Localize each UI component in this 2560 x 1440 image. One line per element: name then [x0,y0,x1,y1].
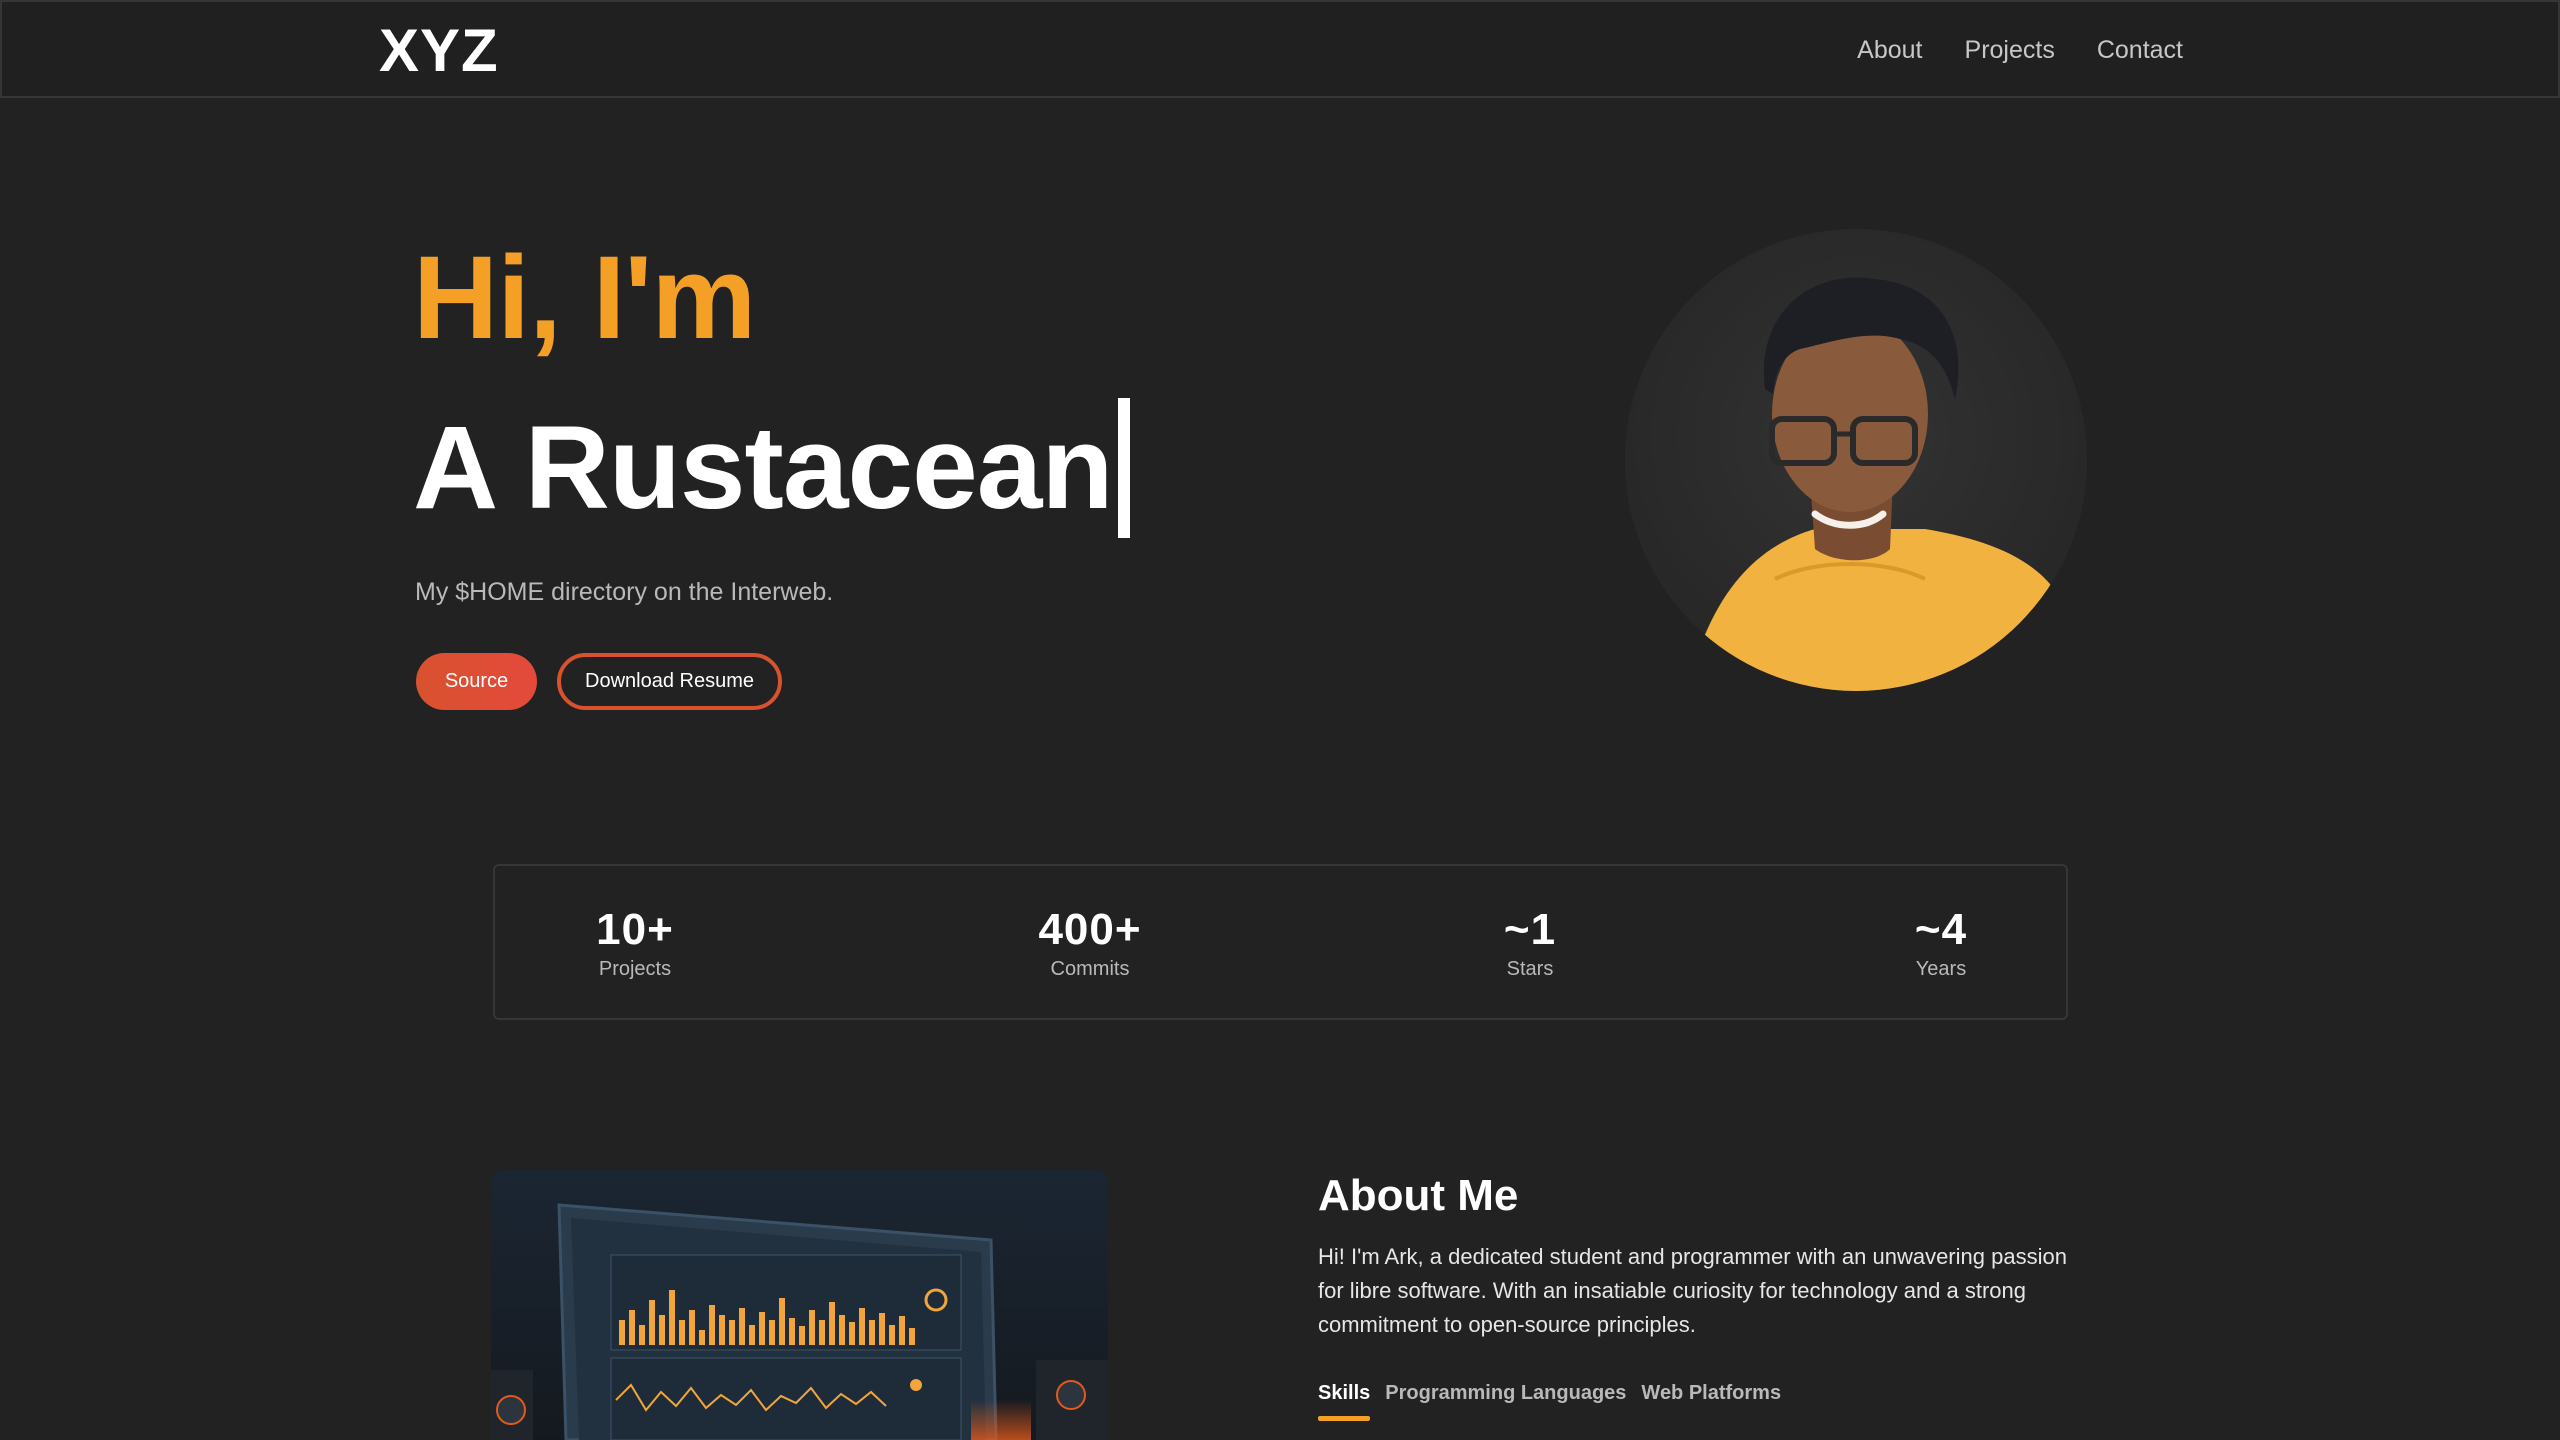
tab-web-platforms[interactable]: Web Platforms [1641,1378,1781,1408]
stat-label: Projects [598,958,672,980]
source-button[interactable]: Source [416,653,537,710]
hero-greeting: Hi, I'm [413,232,756,364]
dashboard-monitor-image [491,1170,1108,1440]
site-logo[interactable]: XYZ [379,16,499,86]
hero-role-text: A Rustacean [413,402,1113,534]
stat-stars: ~1 Stars [1504,904,1556,982]
stat-value: 10+ [596,905,674,954]
stat-value: 400+ [1038,905,1142,954]
about-tabs: Skills Programming Languages Web Platfor… [1318,1378,1781,1421]
stat-commits: 400+ Commits [1038,904,1141,982]
about-illustration-image [491,1170,1108,1440]
stat-projects: 10+ Projects [596,904,674,982]
nav-link-about[interactable]: About [1857,32,1922,68]
stat-label: Stars [1506,958,1554,980]
stat-value: ~4 [1914,905,1968,954]
stat-value: ~1 [1503,905,1557,954]
tab-skills[interactable]: Skills [1318,1378,1371,1421]
hero-role-line: A Rustacean [413,398,1131,538]
nav-link-projects[interactable]: Projects [1965,32,2055,68]
stat-label: Years [1915,958,1967,980]
avatar [1625,229,2087,691]
stats-panel: 10+ Projects 400+ Commits ~1 Stars ~4 Ye… [493,864,2068,1020]
stat-years: ~4 Years [1915,904,1967,982]
about-description: Hi! I'm Ark, a dedicated student and pro… [1318,1244,2067,1337]
typing-cursor [1118,398,1131,538]
tab-programming-languages[interactable]: Programming Languages [1385,1378,1626,1408]
about-title: About Me [1318,1171,1519,1220]
stat-label: Commits [1050,958,1130,980]
avatar-portrait-image [1625,229,2087,691]
hero-subtitle: My $HOME directory on the Interweb. [415,578,834,606]
nav-link-contact[interactable]: Contact [2097,32,2183,68]
nav-links: About Projects Contact [1857,32,2183,68]
download-resume-button[interactable]: Download Resume [557,653,782,710]
navbar: XYZ About Projects Contact [0,0,2560,98]
